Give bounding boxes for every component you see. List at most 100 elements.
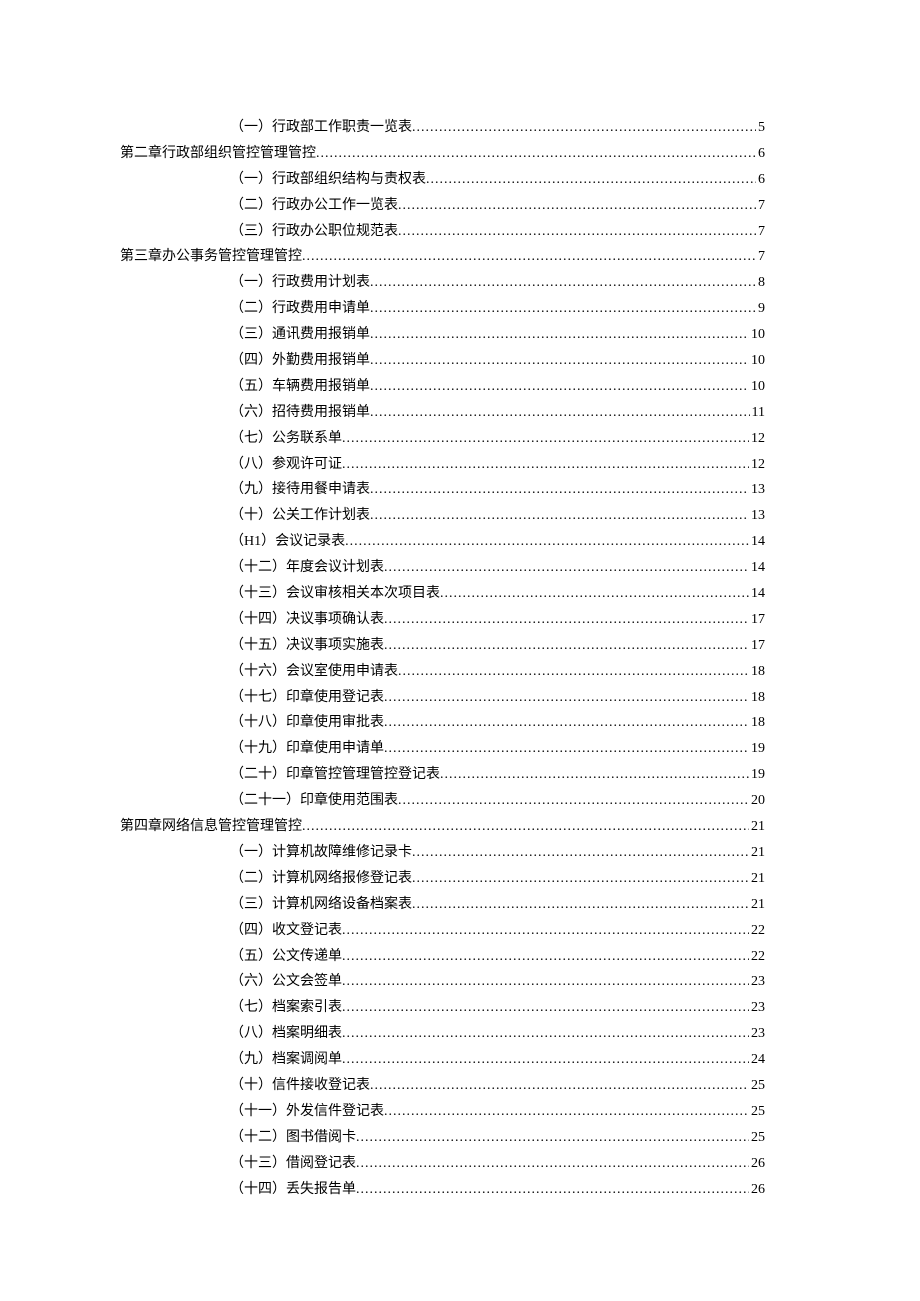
toc-entry-title: （一）行政部组织结构与责权表: [230, 167, 426, 193]
toc-entry-page: 21: [749, 814, 765, 840]
toc-entry-page: 14: [749, 555, 765, 581]
toc-leader-dots: [384, 736, 749, 762]
toc-entry-title: （七）档案索引表: [230, 995, 342, 1021]
toc-leader-dots: [342, 452, 749, 478]
toc-entry-title: （十一）外发信件登记表: [230, 1099, 384, 1125]
toc-leader-dots: [342, 1047, 749, 1073]
toc-entry: （一）计算机故障维修记录卡 21: [120, 840, 765, 866]
toc-entry-title: （五）公文传递单: [230, 944, 342, 970]
toc-entry-title: 第二章行政部组织管控管理管控: [120, 141, 316, 167]
toc-entry-page: 10: [749, 348, 765, 374]
toc-entry-title: （八）档案明细表: [230, 1021, 342, 1047]
toc-entry-page: 21: [749, 892, 765, 918]
toc-leader-dots: [356, 1125, 749, 1151]
toc-entry: （四）收文登记表22: [120, 918, 765, 944]
toc-entry: （十四）决议事项确认表17: [120, 607, 765, 633]
toc-entry-page: 18: [749, 685, 765, 711]
toc-entry-title: （三）通讯费用报销单: [230, 322, 370, 348]
toc-entry-page: 17: [749, 607, 765, 633]
toc-entry-title: 第四章网络信息管控管理管控: [120, 814, 302, 840]
toc-entry: 第四章网络信息管控管理管控 21: [120, 814, 765, 840]
toc-leader-dots: [440, 581, 749, 607]
toc-entry: （十九）印章使用申请单 19: [120, 736, 765, 762]
toc-entry: （十五）决议事项实施表17: [120, 633, 765, 659]
toc-entry: （九）接待用餐申请表13: [120, 477, 765, 503]
toc-entry-page: 26: [749, 1177, 765, 1203]
toc-leader-dots: [412, 840, 749, 866]
toc-leader-dots: [370, 348, 749, 374]
toc-leader-dots: [384, 555, 749, 581]
toc-entry: （一）行政部组织结构与责权表 6: [120, 167, 765, 193]
toc-entry: （七）公务联系单12: [120, 426, 765, 452]
toc-leader-dots: [316, 141, 756, 167]
toc-entry-title: （四）外勤费用报销单: [230, 348, 370, 374]
toc-leader-dots: [356, 1177, 749, 1203]
toc-leader-dots: [384, 633, 749, 659]
toc-entry: （十三）借阅登记表26: [120, 1151, 765, 1177]
toc-entry: （八）参观许可证12: [120, 452, 765, 478]
toc-leader-dots: [370, 322, 749, 348]
toc-entry-title: （十三）借阅登记表: [230, 1151, 356, 1177]
toc-entry-title: 第三章办公事务管控管理管控: [120, 244, 302, 270]
toc-entry: （三）通讯费用报销单 10: [120, 322, 765, 348]
toc-leader-dots: [398, 788, 749, 814]
toc-entry: （六）招待费用报销单 11: [120, 400, 765, 426]
toc-leader-dots: [302, 244, 756, 270]
toc-entry-page: 6: [756, 167, 765, 193]
toc-entry: （十二）图书借阅卡25: [120, 1125, 765, 1151]
toc-entry: （七）档案索引表23: [120, 995, 765, 1021]
toc-entry: （九）档案调阅单24: [120, 1047, 765, 1073]
toc-leader-dots: [342, 1021, 749, 1047]
toc-entry: （二）行政办公工作一览表7: [120, 193, 765, 219]
toc-entry: 第二章行政部组织管控管理管控 6: [120, 141, 765, 167]
toc-entry-page: 22: [749, 918, 765, 944]
toc-leader-dots: [370, 400, 750, 426]
toc-entry-page: 13: [749, 503, 765, 529]
toc-entry-page: 14: [749, 581, 765, 607]
toc-entry-page: 9: [756, 296, 765, 322]
toc-entry: （十）信件接收登记表 25: [120, 1073, 765, 1099]
toc-entry-page: 25: [749, 1073, 765, 1099]
toc-entry: （H1）会议记录表14: [120, 529, 765, 555]
toc-entry-page: 21: [749, 840, 765, 866]
toc-entry: （三）行政办公职位规范表7: [120, 219, 765, 245]
toc-leader-dots: [370, 296, 756, 322]
toc-entry-title: （十三）会议审核相关本次项目表: [230, 581, 440, 607]
toc-entry-page: 23: [749, 969, 765, 995]
toc-entry: （十三）会议审核相关本次项目表 14: [120, 581, 765, 607]
toc-entry-title: （八）参观许可证: [230, 452, 342, 478]
toc-entry-page: 19: [749, 736, 765, 762]
toc-entry: （十七）印章使用登记表 18: [120, 685, 765, 711]
toc-leader-dots: [384, 685, 749, 711]
toc-leader-dots: [356, 1151, 749, 1177]
toc-entry-title: （十）公关工作计划表: [230, 503, 370, 529]
toc-entry-page: 6: [756, 141, 765, 167]
toc-leader-dots: [398, 193, 756, 219]
toc-entry-page: 10: [749, 322, 765, 348]
toc-entry-title: （十九）印章使用申请单: [230, 736, 384, 762]
toc-leader-dots: [342, 969, 749, 995]
toc-entry-title: （十六）会议室使用申请表: [230, 659, 398, 685]
toc-entry-title: （二）行政费用申请单: [230, 296, 370, 322]
toc-entry-page: 8: [756, 270, 765, 296]
toc-entry-title: （三）计算机网络设备档案表: [230, 892, 412, 918]
toc-leader-dots: [440, 762, 749, 788]
toc-entry-page: 11: [750, 400, 765, 426]
toc-entry: （十一）外发信件登记表 25: [120, 1099, 765, 1125]
toc-leader-dots: [302, 814, 749, 840]
toc-entry-title: （H1）会议记录表: [230, 529, 345, 555]
toc-entry-title: （十）信件接收登记表: [230, 1073, 370, 1099]
toc-entry-page: 25: [749, 1099, 765, 1125]
toc-leader-dots: [342, 944, 749, 970]
toc-leader-dots: [345, 529, 749, 555]
toc-entry-title: （六）公文会签单: [230, 969, 342, 995]
toc-entry-page: 10: [749, 374, 765, 400]
toc-leader-dots: [384, 607, 749, 633]
toc-leader-dots: [398, 219, 756, 245]
toc-entry: （八）档案明细表23: [120, 1021, 765, 1047]
toc-leader-dots: [412, 866, 749, 892]
toc-leader-dots: [370, 1073, 749, 1099]
toc-entry-title: （六）招待费用报销单: [230, 400, 370, 426]
toc-entry-title: （十七）印章使用登记表: [230, 685, 384, 711]
toc-entry-title: （一）计算机故障维修记录卡: [230, 840, 412, 866]
